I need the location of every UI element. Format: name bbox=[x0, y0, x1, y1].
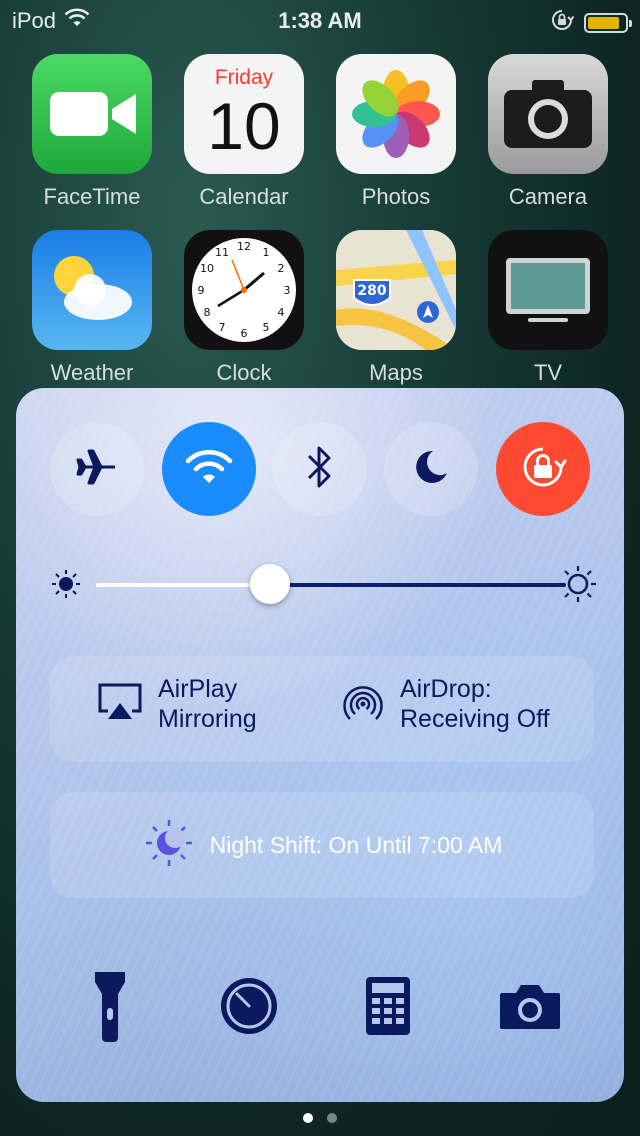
camera-icon bbox=[498, 981, 562, 1036]
battery-fill bbox=[588, 16, 619, 29]
night-shift-button[interactable]: Night Shift: On Until 7:00 AM bbox=[50, 792, 594, 898]
status-bar: iPod 1:38 AM bbox=[0, 0, 640, 40]
airplay-icon bbox=[96, 681, 144, 728]
airdrop-icon bbox=[340, 678, 386, 731]
moon-icon bbox=[411, 447, 451, 492]
app-maps[interactable]: 280 Maps bbox=[336, 230, 456, 386]
svg-text:11: 11 bbox=[215, 246, 229, 259]
airplane-icon bbox=[75, 445, 119, 494]
maps-icon: 280 bbox=[336, 230, 456, 350]
svg-text:2: 2 bbox=[278, 262, 285, 275]
app-camera[interactable]: Camera bbox=[488, 54, 608, 210]
brightness-low-icon bbox=[50, 568, 82, 605]
app-weather[interactable]: Weather bbox=[32, 230, 152, 386]
orientation-lock-status-icon bbox=[550, 8, 575, 37]
brightness-thumb[interactable] bbox=[249, 564, 290, 604]
status-time: 1:38 AM bbox=[278, 8, 362, 33]
airplay-airdrop-row: AirPlay Mirroring AirDrop: Receiving Off bbox=[50, 656, 594, 762]
svg-text:5: 5 bbox=[263, 321, 270, 334]
weather-icon bbox=[32, 230, 152, 350]
tv-icon bbox=[488, 230, 608, 350]
battery-icon bbox=[584, 12, 632, 33]
wifi-toggle[interactable] bbox=[162, 422, 256, 516]
airplane-mode-toggle[interactable] bbox=[50, 422, 144, 516]
brightness-track-empty bbox=[269, 583, 566, 587]
app-label: Photos bbox=[361, 184, 431, 209]
app-label: Maps bbox=[369, 360, 423, 385]
svg-text:10: 10 bbox=[200, 262, 214, 275]
night-shift-label: Night Shift: On Until 7:00 AM bbox=[209, 831, 503, 858]
brightness-slider[interactable] bbox=[50, 564, 596, 605]
calculator-button[interactable] bbox=[348, 968, 428, 1048]
airplay-label-line2: Mirroring bbox=[158, 705, 257, 733]
page-dot-active bbox=[303, 1113, 313, 1123]
do-not-disturb-toggle[interactable] bbox=[384, 422, 478, 516]
svg-text:3: 3 bbox=[284, 284, 291, 297]
wifi-icon bbox=[183, 447, 235, 492]
svg-text:12: 12 bbox=[237, 240, 251, 253]
app-facetime[interactable]: FaceTime bbox=[32, 54, 152, 210]
clock-icon: 12 1 2 3 45 6 78 9 10 11 bbox=[184, 230, 304, 350]
photos-icon bbox=[336, 54, 456, 174]
app-label: TV bbox=[533, 360, 563, 385]
status-right bbox=[550, 8, 632, 37]
svg-text:4: 4 bbox=[278, 306, 285, 319]
control-center: AirPlay Mirroring AirDrop: Receiving Off bbox=[16, 388, 624, 1102]
app-label: Clock bbox=[216, 360, 272, 385]
app-photos[interactable]: Photos bbox=[336, 54, 456, 210]
flashlight-button[interactable] bbox=[70, 968, 150, 1048]
airdrop-label-line1: AirDrop: bbox=[400, 675, 492, 703]
app-label: FaceTime bbox=[43, 184, 141, 209]
bluetooth-toggle[interactable] bbox=[273, 422, 367, 516]
svg-text:8: 8 bbox=[204, 306, 211, 319]
flashlight-icon bbox=[92, 968, 128, 1049]
svg-text:7: 7 bbox=[219, 321, 226, 334]
airplay-button[interactable]: AirPlay Mirroring bbox=[96, 674, 257, 734]
calculator-icon bbox=[364, 975, 412, 1042]
camera-app-icon bbox=[488, 54, 608, 174]
timer-icon bbox=[217, 974, 281, 1043]
airplay-label-line1: AirPlay bbox=[158, 675, 238, 703]
calendar-weekday: Friday bbox=[214, 66, 274, 89]
app-clock[interactable]: 12 1 2 3 45 6 78 9 10 11 Clock bbox=[184, 230, 304, 386]
timer-button[interactable] bbox=[209, 968, 289, 1048]
svg-text:9: 9 bbox=[198, 284, 205, 297]
airdrop-button[interactable]: AirDrop: Receiving Off bbox=[340, 674, 550, 734]
app-label: Weather bbox=[50, 360, 134, 385]
orientation-lock-toggle[interactable] bbox=[496, 422, 590, 516]
facetime-icon bbox=[32, 54, 152, 174]
page-dot bbox=[327, 1113, 337, 1123]
airdrop-label-line2: Receiving Off bbox=[400, 705, 550, 733]
svg-text:6: 6 bbox=[241, 327, 248, 340]
calendar-day: 10 bbox=[207, 89, 281, 163]
page-indicator[interactable] bbox=[0, 1113, 640, 1123]
bluetooth-icon bbox=[305, 444, 335, 495]
svg-text:1: 1 bbox=[263, 246, 270, 259]
app-label: Camera bbox=[508, 184, 588, 209]
app-calendar[interactable]: Friday 10 Calendar bbox=[184, 54, 304, 210]
app-label: Calendar bbox=[199, 184, 289, 209]
brightness-track-filled bbox=[96, 583, 270, 587]
rotation-lock-icon bbox=[518, 442, 568, 497]
calendar-icon: Friday 10 bbox=[184, 54, 304, 174]
camera-button[interactable] bbox=[490, 968, 570, 1048]
maps-route-badge: 280 bbox=[357, 283, 386, 299]
brightness-high-icon bbox=[558, 564, 598, 609]
night-shift-icon bbox=[142, 816, 196, 875]
app-tv[interactable]: TV bbox=[488, 230, 608, 386]
